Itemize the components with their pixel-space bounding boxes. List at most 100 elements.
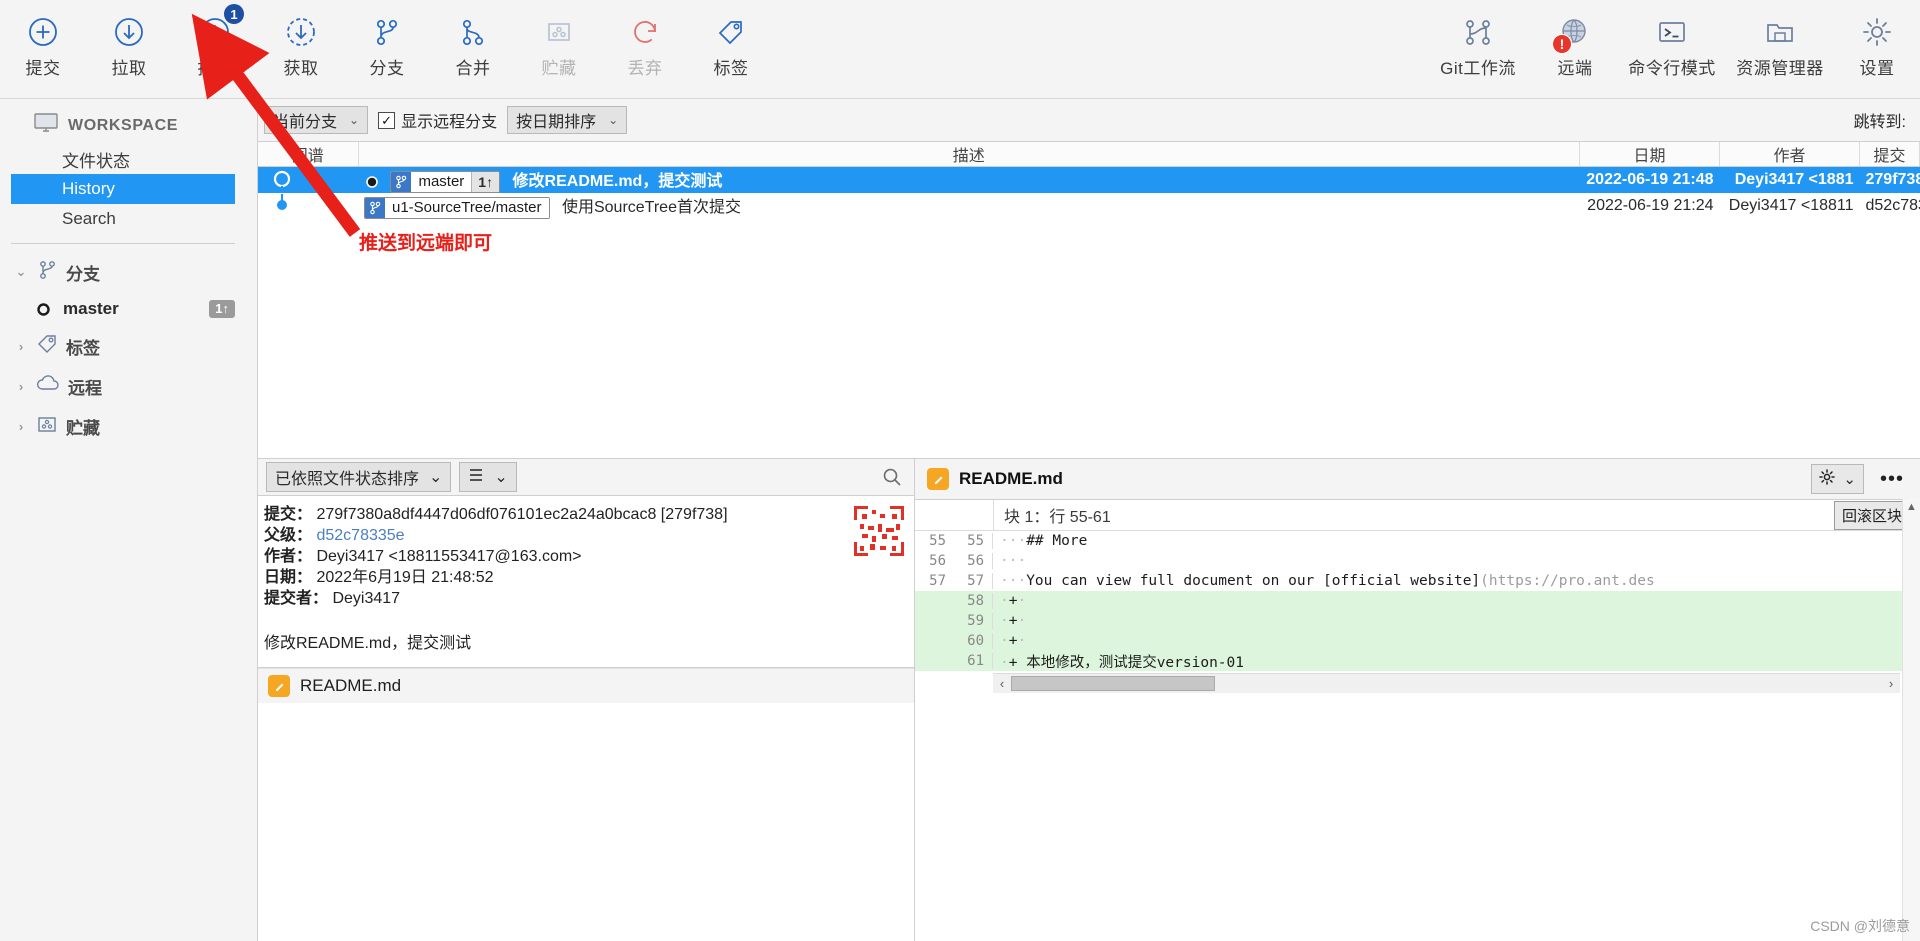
show-remote-branches-checkbox[interactable]: ✓ 显示远程分支 xyxy=(378,108,497,132)
gitflow-icon xyxy=(1461,12,1495,52)
sort-order-select[interactable]: 按日期排序 ⌄ xyxy=(507,106,627,134)
column-header-date[interactable]: 日期 xyxy=(1580,142,1720,167)
sidebar-group-label: 分支 xyxy=(66,260,100,285)
chevron-right-icon[interactable]: › xyxy=(14,339,28,354)
detail-value-author: Deyi3417 <18811553417@163.com> xyxy=(316,548,581,565)
view-mode-select[interactable]: ⌄ xyxy=(459,462,516,492)
sidebar-group-stashes[interactable]: › 贮藏 xyxy=(0,406,257,446)
diff-line: 55 55 ···## More xyxy=(915,531,1920,551)
toolbar-discard-label: 丢弃 xyxy=(628,54,663,79)
branch-ref-ahead: 1↑ xyxy=(471,172,499,192)
qr-code-image xyxy=(852,504,906,558)
search-icon[interactable] xyxy=(882,467,906,487)
toolbar-fetch-button[interactable]: 获取 xyxy=(258,6,344,79)
sidebar-branch-master[interactable]: master 1↑ xyxy=(0,292,257,326)
detail-label-author: 作者： xyxy=(264,548,312,565)
diff-line: 57 57 ···You can view full document on o… xyxy=(915,571,1920,591)
sidebar-item-history[interactable]: History xyxy=(11,174,235,204)
list-item[interactable]: README.md xyxy=(258,668,914,703)
tag-icon xyxy=(714,12,748,52)
diff-settings-button[interactable]: ⌄ xyxy=(1811,464,1864,494)
detail-line-date: 日期： 2022年6月19日 21:48:52 xyxy=(264,567,914,588)
diff-line-text: ·+· xyxy=(993,633,1026,649)
push-badge-count: 1 xyxy=(224,4,244,24)
toolbar-settings-button[interactable]: 设置 xyxy=(1834,6,1920,79)
column-header-author[interactable]: 作者 xyxy=(1720,142,1860,167)
vertical-scrollbar[interactable]: ▲ xyxy=(1902,499,1920,941)
commit-table-header-row: 图谱 描述 日期 作者 提交 xyxy=(258,142,1920,167)
diff-new-lineno: 58 xyxy=(954,593,993,609)
diff-header: README.md ⌄ ••• xyxy=(915,459,1920,500)
commit-detail-panel: 已依照文件状态排序 ⌄ ⌄ 提交： 279f7380a8df4447d06df0… xyxy=(258,459,915,941)
diff-line-added: 60 ·+· xyxy=(915,631,1920,651)
column-header-graph[interactable]: 图谱 xyxy=(258,142,358,167)
branch-icon xyxy=(391,172,411,192)
table-row[interactable]: u1-SourceTree/master 使用SourceTree首次提交 20… xyxy=(258,193,1920,219)
table-row[interactable]: master 1↑ 修改README.md，提交测试 2022-06-19 21… xyxy=(258,167,1920,193)
commit-description: 使用SourceTree首次提交 xyxy=(562,199,741,216)
column-header-commit[interactable]: 提交 xyxy=(1860,142,1920,167)
commit-history-table: 图谱 描述 日期 作者 提交 master 1↑ 修改README.md，提交测… xyxy=(258,141,1920,458)
diff-new-lineno: 60 xyxy=(954,633,993,649)
scroll-left-arrow-icon[interactable]: ‹ xyxy=(993,676,1011,691)
column-header-description[interactable]: 描述 xyxy=(358,142,1580,167)
diff-panel: README.md ⌄ ••• 块 1：行 55-61 回滚区块 55 55 ·… xyxy=(915,459,1920,941)
branch-filter-select[interactable]: 当前分支 ⌄ xyxy=(264,106,368,134)
sidebar-group-remotes[interactable]: › 远程 xyxy=(0,366,257,406)
detail-value-committer: Deyi3417 xyxy=(332,590,400,607)
chevron-down-icon: ⌄ xyxy=(608,113,618,127)
toolbar-merge-button[interactable]: 合并 xyxy=(430,6,516,79)
chevron-down-icon[interactable]: ⌄ xyxy=(14,264,28,280)
rollback-hunk-button[interactable]: 回滚区块 xyxy=(1834,501,1910,530)
fetch-icon xyxy=(284,12,318,52)
toolbar-gitflow-button[interactable]: Git工作流 xyxy=(1424,6,1532,79)
workspace-header: WORKSPACE xyxy=(0,107,257,144)
file-sort-select[interactable]: 已依照文件状态排序 ⌄ xyxy=(266,462,451,492)
branch-icon xyxy=(365,198,385,218)
toolbar-commit-label: 提交 xyxy=(26,54,61,79)
markdown-file-icon xyxy=(268,675,290,697)
commit-date: 2022-06-19 21:48 xyxy=(1580,167,1720,193)
branch-ref-chip[interactable]: master 1↑ xyxy=(390,171,500,193)
more-dots-icon[interactable]: ••• xyxy=(1874,468,1910,491)
toolbar-explorer-button[interactable]: 资源管理器 xyxy=(1726,6,1834,79)
changed-file-name: README.md xyxy=(300,676,401,696)
main-toolbar: 提交 拉取 1 推送 获取 分支 合并 贮藏 丢弃 标签 Git工作流 ! 远端… xyxy=(0,0,1920,99)
sidebar-group-tags[interactable]: › 标签 xyxy=(0,326,257,366)
goto-label: 跳转到: xyxy=(1854,108,1910,132)
toolbar-remote-button[interactable]: ! 远端 xyxy=(1532,6,1618,79)
chevron-right-icon[interactable]: › xyxy=(14,379,28,394)
toolbar-push-button[interactable]: 1 推送 xyxy=(172,6,258,79)
detail-label-commit: 提交： xyxy=(264,506,312,523)
remote-alert-badge: ! xyxy=(1552,34,1572,54)
scroll-right-arrow-icon[interactable]: › xyxy=(1882,676,1900,691)
chevron-right-icon[interactable]: › xyxy=(14,419,28,434)
chevron-down-icon: ⌄ xyxy=(1843,470,1856,488)
terminal-icon xyxy=(1655,12,1689,52)
sidebar-group-branches[interactable]: ⌄ 分支 xyxy=(0,252,257,292)
graph-node-selected-icon xyxy=(264,168,358,192)
toolbar-tag-button[interactable]: 标签 xyxy=(688,6,774,79)
sidebar-item-file-status[interactable]: 文件状态 xyxy=(0,144,257,174)
scroll-up-arrow-icon[interactable]: ▲ xyxy=(1903,499,1920,513)
toolbar-stash-button[interactable]: 贮藏 xyxy=(516,6,602,79)
diff-line-text: ···## More xyxy=(993,533,1087,549)
toolbar-discard-button[interactable]: 丢弃 xyxy=(602,6,688,79)
toolbar-pull-button[interactable]: 拉取 xyxy=(86,6,172,79)
branch-icon xyxy=(370,12,404,52)
chevron-down-icon: ⌄ xyxy=(349,113,359,127)
commit-table-body: master 1↑ 修改README.md，提交测试 2022-06-19 21… xyxy=(258,167,1920,219)
diff-new-lineno: 56 xyxy=(954,553,993,569)
toolbar-commit-button[interactable]: 提交 xyxy=(0,6,86,79)
horizontal-scrollbar[interactable]: ‹ › xyxy=(993,673,1900,693)
sidebar-item-search[interactable]: Search xyxy=(0,204,257,234)
toolbar-terminal-button[interactable]: 命令行模式 xyxy=(1618,6,1726,79)
sidebar-branch-label: master xyxy=(63,299,119,319)
detail-line-committer: 提交者： Deyi3417 xyxy=(264,588,914,609)
commit-description-cell: u1-SourceTree/master 使用SourceTree首次提交 xyxy=(358,193,1580,219)
toolbar-branch-button[interactable]: 分支 xyxy=(344,6,430,79)
hscroll-thumb[interactable] xyxy=(1011,676,1215,691)
detail-value-parent-link[interactable]: d52c78335e xyxy=(316,527,404,544)
commit-description: 修改README.md，提交测试 xyxy=(513,173,723,190)
branch-ref-chip[interactable]: u1-SourceTree/master xyxy=(364,197,550,219)
